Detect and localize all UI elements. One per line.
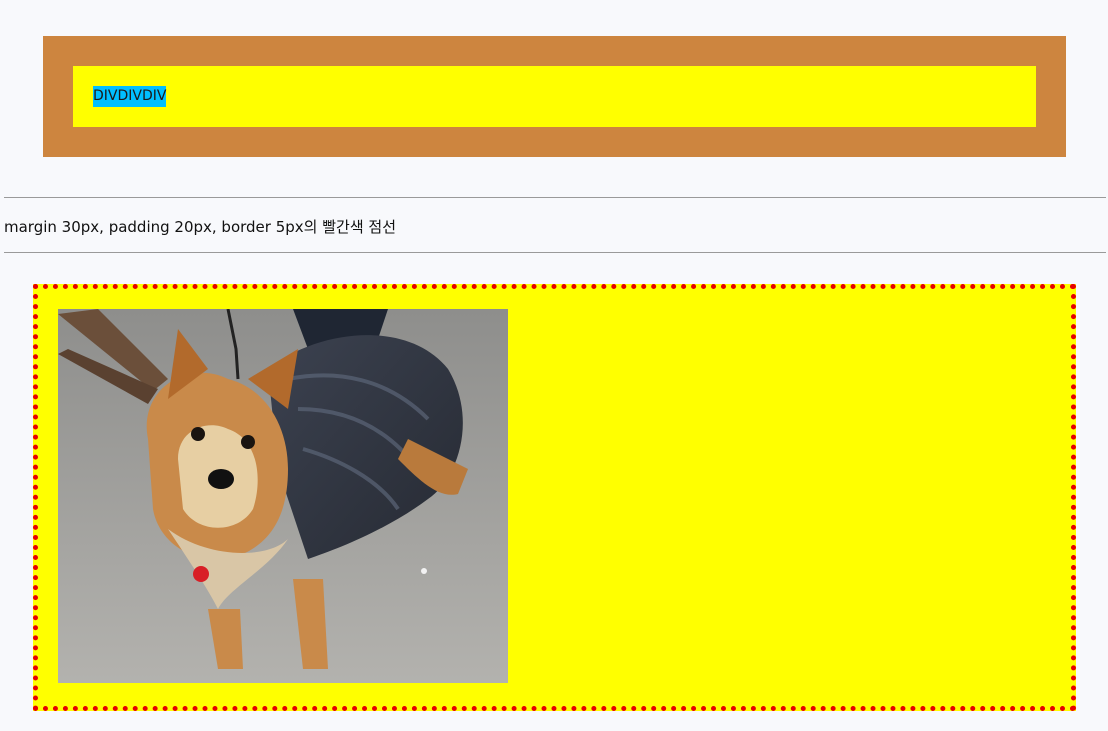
divider-top: [4, 197, 1106, 198]
outer-brown-box: DIVDIVDIV: [43, 36, 1066, 157]
caption-text: margin 30px, padding 20px, border 5px의 빨…: [4, 218, 396, 236]
yorkshire-terrier-photo: [58, 309, 508, 683]
inner-yellow-box: DIVDIVDIV: [73, 66, 1036, 127]
dotted-border-box: [33, 284, 1076, 711]
div-text: DIVDIVDIV: [93, 86, 167, 107]
divider-bottom: [4, 252, 1106, 253]
